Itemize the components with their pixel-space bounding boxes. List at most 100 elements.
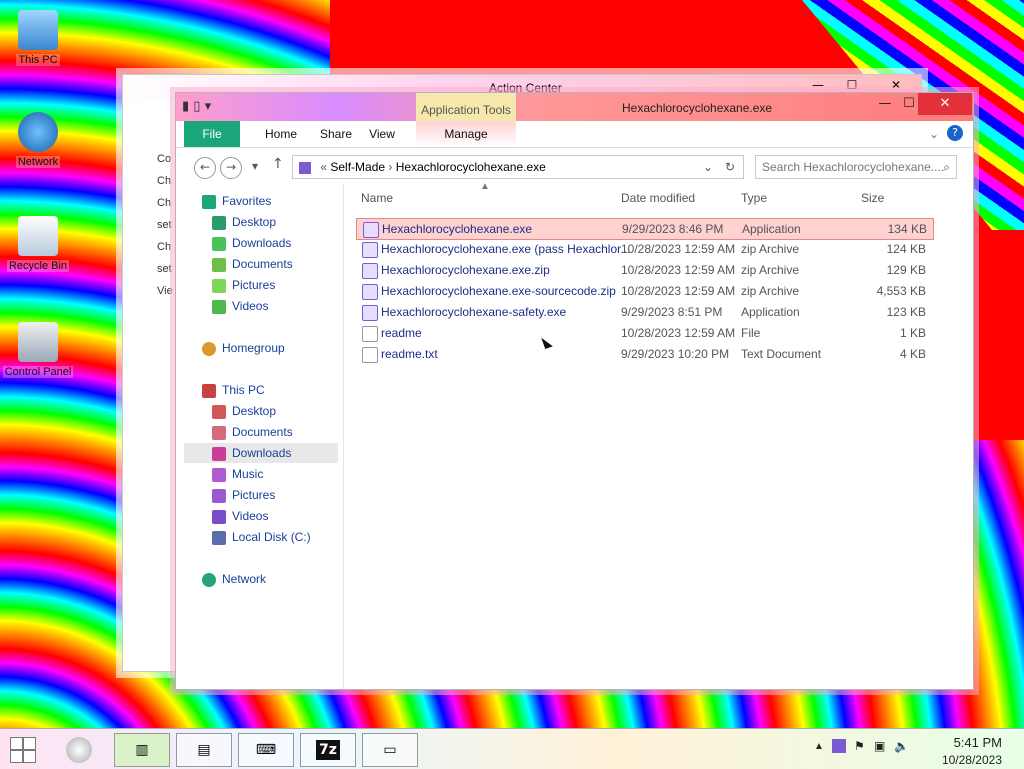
pictures-icon	[212, 278, 226, 293]
recent-locations-chevron-icon[interactable]: ▾	[252, 159, 258, 173]
quick-access-toolbar[interactable]: ▮ ▯ ▾	[182, 99, 211, 114]
chevron-down-icon[interactable]: ⌄	[929, 127, 939, 141]
volume-icon[interactable]: 🔈	[894, 739, 909, 753]
action-center-left-content: Co Ch Ch set Ch set Vie	[157, 153, 177, 307]
snippet: set	[157, 219, 172, 231]
explorer-window[interactable]: ▮ ▯ ▾ Application Tools Hexachlorocycloh…	[175, 92, 974, 690]
computer-icon	[18, 10, 58, 50]
nav-fav-desktop[interactable]: Desktop	[212, 212, 276, 232]
file-row[interactable]: Hexachlorocyclohexane.exe (pass Hexachlo…	[356, 239, 932, 259]
desktop-icon-label: Recycle Bin	[6, 260, 70, 272]
column-date-modified[interactable]: Date modified	[621, 191, 695, 205]
desktop-icon-this-pc[interactable]: This PC	[0, 10, 76, 66]
start-button[interactable]	[10, 737, 36, 763]
nav-pc-music[interactable]: Music	[212, 464, 263, 484]
network-icon	[202, 572, 216, 587]
taskbar-file-explorer-button[interactable]: ▥	[114, 733, 170, 767]
file-row[interactable]: readme 10/28/2023 12:59 AM File 1 KB	[356, 323, 932, 343]
star-icon	[202, 194, 216, 209]
tab-share[interactable]: Share	[306, 121, 366, 147]
window-title: Hexachlorocyclohexane.exe	[622, 101, 773, 115]
control-panel-icon: ▤	[197, 742, 211, 758]
nav-pc-downloads[interactable]: Downloads	[184, 443, 338, 463]
breadcrumb-self-made[interactable]: Self-Made	[330, 160, 385, 174]
cortana-icon[interactable]	[66, 737, 92, 763]
file-row[interactable]: Hexachlorocyclohexane.exe-sourcecode.zip…	[356, 281, 932, 301]
nav-fav-documents[interactable]: Documents	[212, 254, 293, 274]
nav-pc-videos[interactable]: Videos	[212, 506, 268, 526]
nav-network[interactable]: Network	[202, 569, 266, 589]
search-box[interactable]: Search Hexachlorocyclohexane.... ⌕	[755, 155, 957, 179]
desktop-icon-control-panel[interactable]: Control Panel	[0, 322, 76, 378]
search-icon[interactable]: ⌕	[943, 156, 950, 178]
tab-view[interactable]: View	[358, 121, 406, 147]
file-name: Hexachlorocyclohexane.exe	[382, 222, 533, 236]
forward-button[interactable]: →	[220, 157, 242, 179]
drive-icon	[212, 530, 226, 545]
taskbar: ▥ ▤ ⌨ 7z ▭ ▲ ⚑ ▣ 🔈 5:41 PM 10/28/2023	[0, 728, 1024, 769]
nav-label: Documents	[232, 257, 293, 271]
tab-file[interactable]: File	[184, 121, 240, 147]
close-button[interactable]: ✕	[918, 93, 972, 115]
file-row[interactable]: Hexachlorocyclohexane-safety.exe 9/29/20…	[356, 302, 932, 322]
nav-fav-downloads[interactable]: Downloads	[212, 233, 291, 253]
address-bar[interactable]: « Self-Made › Hexachlorocyclohexane.exe …	[292, 155, 744, 179]
clock-time[interactable]: 5:41 PM	[954, 735, 1002, 750]
nav-favorites[interactable]: Favorites	[202, 191, 271, 211]
column-name[interactable]: Name	[361, 191, 393, 205]
flag-icon[interactable]: ⚑	[854, 739, 865, 753]
app-tray-icon[interactable]	[832, 739, 846, 753]
nav-fav-videos[interactable]: Videos	[212, 296, 268, 316]
file-row[interactable]: Hexachlorocyclohexane.exe 9/29/2023 8:46…	[356, 218, 934, 240]
back-button[interactable]: ←	[194, 157, 216, 179]
nav-pc-local-disk[interactable]: Local Disk (C:)	[212, 527, 311, 547]
nav-label: Pictures	[232, 488, 276, 502]
folder-icon	[299, 161, 311, 174]
snippet: Ch	[157, 197, 172, 209]
nav-pc-desktop[interactable]: Desktop	[212, 401, 276, 421]
refresh-icon[interactable]: ↻	[725, 156, 735, 178]
nav-fav-pictures[interactable]: Pictures	[212, 275, 275, 295]
file-type: File	[741, 326, 761, 340]
desktop-icon-recycle-bin[interactable]: Recycle Bin	[0, 216, 76, 272]
file-type: Text Document	[741, 347, 822, 361]
taskbar-control-panel-button[interactable]: ▤	[176, 733, 232, 767]
desktop-icon-network[interactable]: Network	[0, 112, 76, 168]
taskbar-keyboard-button[interactable]: ⌨	[238, 733, 294, 767]
application-icon	[362, 305, 378, 321]
file-date: 9/29/2023 10:20 PM	[621, 347, 730, 361]
address-dropdown-icon[interactable]: ⌄	[703, 156, 713, 178]
taskbar-7zip-button[interactable]: 7z	[300, 733, 356, 767]
file-type: Application	[742, 222, 801, 236]
file-type: zip Archive	[741, 284, 800, 298]
nav-homegroup[interactable]: Homegroup	[202, 338, 285, 358]
tab-manage[interactable]: Manage	[416, 121, 516, 147]
nav-label: Desktop	[232, 215, 277, 229]
snippet: Vie	[157, 285, 173, 297]
tab-home[interactable]: Home	[252, 121, 310, 147]
file-date: 10/28/2023 12:59 AM	[621, 242, 736, 256]
keyboard-icon: ⌨	[255, 742, 277, 758]
show-hidden-icons-icon[interactable]: ▲	[814, 741, 824, 752]
column-size[interactable]: Size	[861, 191, 884, 205]
column-headers: Name ▲ Date modified Type Size	[356, 181, 956, 209]
breadcrumb-current[interactable]: Hexachlorocyclohexane.exe	[396, 160, 546, 174]
file-row[interactable]: readme.txt 9/29/2023 10:20 PM Text Docum…	[356, 344, 932, 364]
column-type[interactable]: Type	[741, 191, 767, 205]
nav-pc-documents[interactable]: Documents	[212, 422, 293, 442]
file-name: Hexachlorocyclohexane.exe-sourcecode.zip	[381, 284, 616, 298]
taskbar-display-button[interactable]: ▭	[362, 733, 418, 767]
nav-this-pc[interactable]: This PC	[202, 380, 265, 400]
nav-label: Favorites	[222, 194, 272, 208]
file-row[interactable]: Hexachlorocyclohexane.exe.zip 10/28/2023…	[356, 260, 932, 280]
network-status-icon[interactable]: ▣	[874, 739, 885, 753]
help-icon[interactable]: ?	[947, 125, 963, 141]
clock-date[interactable]: 10/28/2023	[942, 753, 1002, 767]
file-type: zip Archive	[741, 263, 800, 277]
file-name: Hexachlorocyclohexane-safety.exe	[381, 305, 567, 319]
file-icon	[362, 326, 378, 342]
application-icon	[363, 222, 379, 238]
nav-pc-pictures[interactable]: Pictures	[212, 485, 275, 505]
up-arrow-icon[interactable]: ↑	[272, 156, 284, 172]
snippet: Ch	[157, 175, 172, 187]
